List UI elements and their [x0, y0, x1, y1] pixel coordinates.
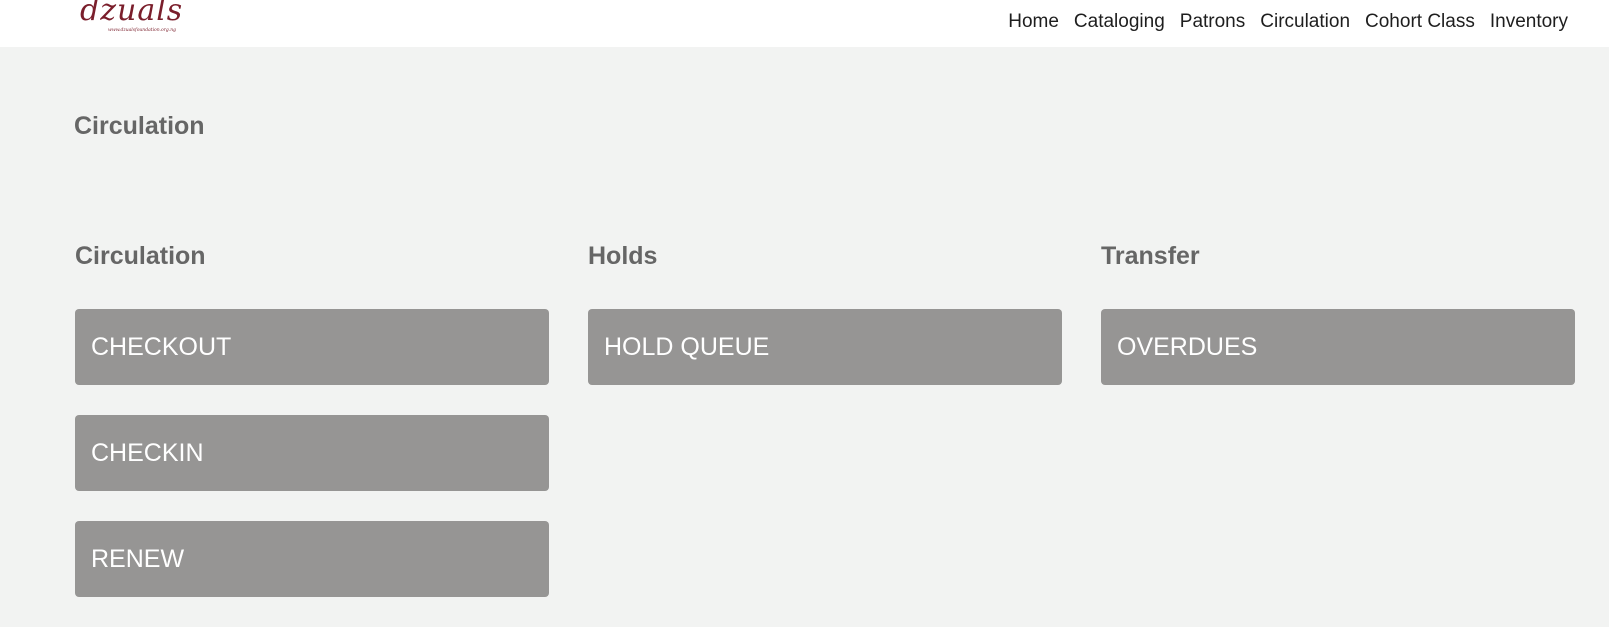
top-navigation-bar: dzuals www.dzualsfoundation.org.ng Home … [0, 0, 1609, 47]
overdues-button[interactable]: OVERDUES [1101, 309, 1575, 385]
renew-button[interactable]: RENEW [75, 521, 549, 597]
transfer-column: Transfer OVERDUES [1101, 241, 1575, 385]
nav-circulation[interactable]: Circulation [1260, 11, 1350, 33]
nav-cataloging[interactable]: Cataloging [1074, 11, 1165, 33]
transfer-heading: Transfer [1101, 242, 1200, 270]
site-logo[interactable]: dzuals www.dzualsfoundation.org.ng [80, 0, 182, 42]
holds-column: Holds HOLD QUEUE [588, 241, 1062, 385]
nav-inventory[interactable]: Inventory [1490, 11, 1568, 33]
main-nav: Home Cataloging Patrons Circulation Coho… [1008, 11, 1568, 33]
page-title: Circulation [74, 112, 205, 140]
checkin-button[interactable]: CHECKIN [75, 415, 549, 491]
hold-queue-button[interactable]: HOLD QUEUE [588, 309, 1062, 385]
checkout-button[interactable]: CHECKOUT [75, 309, 549, 385]
circulation-column: Circulation CHECKOUT CHECKIN RENEW [75, 241, 549, 597]
nav-home[interactable]: Home [1008, 11, 1059, 33]
holds-heading: Holds [588, 242, 658, 270]
circulation-heading: Circulation [75, 242, 206, 270]
nav-cohort-class[interactable]: Cohort Class [1365, 11, 1475, 33]
logo-url: www.dzualsfoundation.org.ng [108, 28, 177, 33]
logo-script: dzuals [80, 0, 184, 28]
nav-patrons[interactable]: Patrons [1180, 11, 1245, 33]
